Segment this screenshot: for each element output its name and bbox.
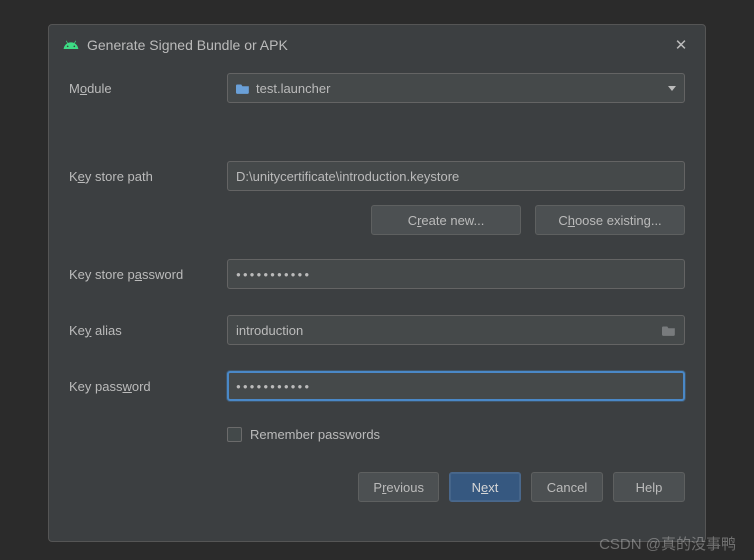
- dialog-body: Module test.launcher Key store path D:\u…: [49, 69, 705, 516]
- previous-button[interactable]: Previous: [358, 472, 439, 502]
- label-key-alias: Key alias: [69, 323, 227, 338]
- keystore-password-value: ●●●●●●●●●●●: [236, 270, 311, 279]
- keystore-path-value: D:\unitycertificate\introduction.keystor…: [236, 169, 459, 184]
- create-new-button[interactable]: Create new...: [371, 205, 521, 235]
- key-alias-value: introduction: [236, 323, 303, 338]
- titlebar: Generate Signed Bundle or APK ✕: [49, 25, 705, 69]
- close-icon[interactable]: ✕: [671, 35, 691, 55]
- row-module: Module test.launcher: [69, 73, 685, 103]
- next-button[interactable]: Next: [449, 472, 521, 502]
- key-alias-input[interactable]: introduction: [227, 315, 685, 345]
- keystore-path-input[interactable]: D:\unitycertificate\introduction.keystor…: [227, 161, 685, 191]
- module-select[interactable]: test.launcher: [227, 73, 685, 103]
- chevron-down-icon: [668, 86, 676, 91]
- label-keystore-path: Key store path: [69, 169, 227, 184]
- row-keystore-path: Key store path D:\unitycertificate\intro…: [69, 161, 685, 191]
- label-key-password: Key password: [69, 379, 227, 394]
- cancel-button[interactable]: Cancel: [531, 472, 603, 502]
- folder-open-icon[interactable]: [662, 324, 676, 336]
- row-keystore-password: Key store password ●●●●●●●●●●●: [69, 259, 685, 289]
- row-key-password: Key password ●●●●●●●●●●●: [69, 371, 685, 401]
- dialog-title: Generate Signed Bundle or APK: [87, 37, 288, 53]
- footer-buttons: Previous Next Cancel Help: [69, 472, 685, 502]
- help-button[interactable]: Help: [613, 472, 685, 502]
- label-module: Module: [69, 81, 227, 96]
- dialog: Generate Signed Bundle or APK ✕ Module t…: [48, 24, 706, 542]
- remember-label: Remember passwords: [250, 427, 380, 442]
- key-password-value: ●●●●●●●●●●●: [236, 382, 311, 391]
- keystore-password-input[interactable]: ●●●●●●●●●●●: [227, 259, 685, 289]
- module-value: test.launcher: [256, 81, 330, 96]
- choose-existing-button[interactable]: Choose existing...: [535, 205, 685, 235]
- remember-checkbox[interactable]: [227, 427, 242, 442]
- key-password-input[interactable]: ●●●●●●●●●●●: [227, 371, 685, 401]
- folder-icon: [236, 82, 250, 94]
- keystore-buttons: Create new... Choose existing...: [69, 205, 685, 235]
- row-remember: Remember passwords: [69, 427, 685, 442]
- label-keystore-password: Key store password: [69, 267, 227, 282]
- row-key-alias: Key alias introduction: [69, 315, 685, 345]
- android-icon: [63, 37, 79, 53]
